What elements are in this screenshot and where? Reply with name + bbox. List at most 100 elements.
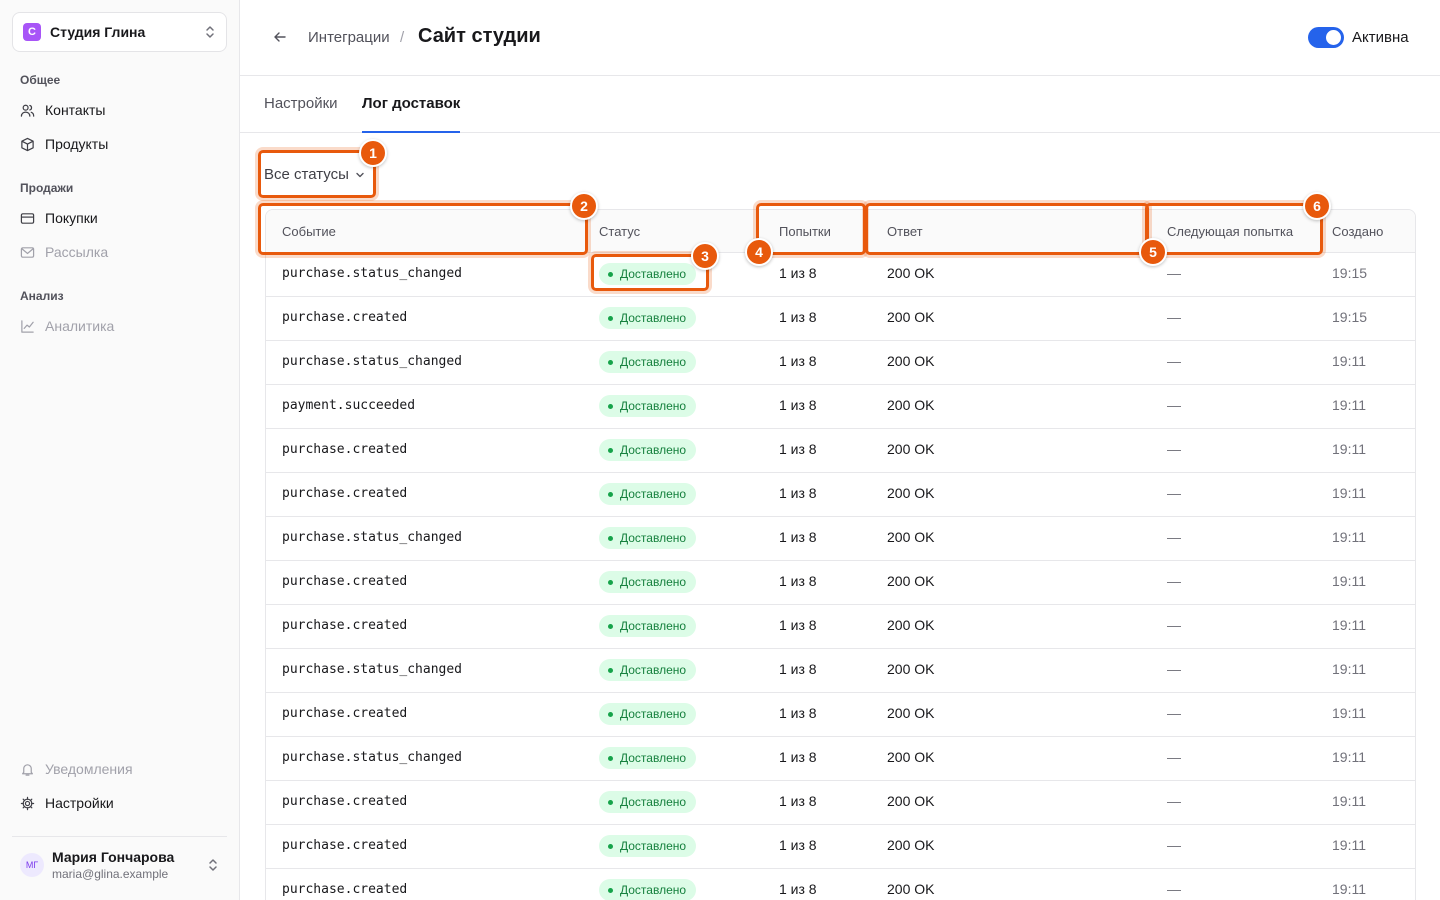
table-row[interactable]: purchase.created Доставлено 1 из 8 200 OK — 1…	[266, 692, 1415, 736]
status-dot	[608, 359, 613, 365]
sidebar-item-purchases[interactable]: Покупки	[20, 208, 98, 228]
table-row[interactable]: purchase.created Доставлено 1 из 8 200 OK — 1…	[266, 868, 1415, 900]
section-title-general: Общее	[20, 73, 61, 87]
attempts-value: 1 из 8	[779, 265, 817, 281]
table-row[interactable]: purchase.created Доставлено 1 из 8 200 OK — 1…	[266, 824, 1415, 868]
table-row[interactable]: payment.succeeded Доставлено 1 из 8 200 OK —…	[266, 384, 1415, 428]
response-value: 200 OK	[887, 793, 935, 809]
bell-icon	[22, 763, 33, 776]
annotation-marker: 6	[1303, 192, 1331, 220]
attempts-value: 1 из 8	[779, 661, 817, 677]
section-title-analysis: Анализ	[20, 289, 64, 303]
active-toggle-label: Активна	[1352, 29, 1409, 46]
status-badge-label: Доставлено	[620, 883, 687, 897]
created-value: 19:11	[1332, 837, 1366, 853]
workspace-logo: С	[23, 23, 41, 41]
active-toggle[interactable]	[1308, 27, 1344, 48]
created-value: 19:15	[1332, 265, 1368, 281]
chart-icon	[21, 319, 34, 333]
response-value: 200 OK	[887, 573, 935, 589]
tab-bar: Настройки Лог доставок	[240, 76, 1440, 133]
status-badge: Доставлено	[599, 615, 697, 637]
response-value: 200 OK	[887, 529, 935, 545]
user-menu[interactable]: МГ Мария Гончарова maria@glina.example	[12, 836, 227, 892]
attempts-value: 1 из 8	[779, 705, 817, 721]
status-dot	[608, 579, 613, 585]
card-icon	[20, 212, 35, 224]
back-arrow-icon[interactable]	[272, 29, 288, 50]
status-badge: Доставлено	[599, 351, 697, 373]
user-name: Мария Гончарова	[52, 848, 175, 865]
created-value: 19:11	[1332, 793, 1366, 809]
sidebar: С Студия Глина Общее Контакты Продукты П…	[0, 0, 240, 900]
box-icon	[21, 137, 34, 151]
status-dot	[608, 491, 613, 497]
status-badge: Доставлено	[599, 791, 697, 813]
table-row[interactable]: purchase.status_changed Доставлено 1 из 82…	[266, 340, 1415, 384]
status-badge-label: Доставлено	[620, 707, 687, 721]
table-row[interactable]: purchase.status_changed Доставлено 1 из 82…	[266, 648, 1415, 692]
next-attempt-value: —	[1167, 573, 1181, 589]
column-created: Создано	[1332, 224, 1384, 239]
event-name: purchase.created	[282, 442, 408, 457]
table-row[interactable]: purchase.created Доставлено 1 из 8 200 OK — 1…	[266, 472, 1415, 516]
breadcrumb-separator: /	[400, 29, 405, 46]
response-value: 200 OK	[887, 705, 935, 721]
tab-delivery-log[interactable]: Лог доставок	[362, 95, 461, 133]
response-value: 200 OK	[887, 485, 935, 501]
delivery-log-table: Событие Статус Попытки Ответ Следующая п…	[265, 209, 1416, 900]
table-row[interactable]: purchase.status_changed Доставлено 1 из 82…	[266, 516, 1415, 560]
table-row[interactable]: purchase.status_changed Доставлено 1 из 82…	[266, 252, 1415, 296]
table-row[interactable]: purchase.status_changed Доставлено 1 из 82…	[266, 736, 1415, 780]
status-dot	[608, 535, 613, 541]
status-badge: Доставлено	[599, 395, 697, 417]
next-attempt-value: —	[1167, 793, 1181, 809]
page-title: Сайт студии	[418, 25, 541, 47]
tab-settings[interactable]: Настройки	[264, 95, 338, 133]
table-row[interactable]: purchase.created Доставлено 1 из 8 200 OK — 1…	[266, 428, 1415, 472]
annotation-marker: 4	[745, 238, 773, 266]
event-name: purchase.status_changed	[282, 750, 463, 765]
table-row[interactable]: purchase.created Доставлено 1 из 8 200 OK — 1…	[266, 604, 1415, 648]
annotation-highlight-column-next-attempt	[1145, 203, 1323, 255]
attempts-value: 1 из 8	[779, 793, 817, 809]
status-badge: Доставлено	[599, 483, 697, 505]
status-badge: Доставлено	[599, 703, 697, 725]
breadcrumb-integrations[interactable]: Интеграции	[308, 29, 390, 46]
next-attempt-value: —	[1167, 529, 1181, 545]
created-value: 19:11	[1332, 397, 1366, 413]
table-row[interactable]: purchase.created Доставлено 1 из 8 200 OK — 1…	[266, 560, 1415, 604]
attempts-value: 1 из 8	[779, 441, 817, 457]
next-attempt-value: —	[1167, 353, 1181, 369]
status-badge: Доставлено	[599, 747, 697, 769]
workspace-switcher[interactable]: С Студия Глина	[12, 12, 227, 52]
sidebar-item-contacts[interactable]: Контакты	[20, 100, 105, 120]
response-value: 200 OK	[887, 441, 935, 457]
users-icon	[20, 104, 35, 117]
column-status: Статус	[599, 224, 641, 239]
status-dot	[608, 711, 613, 717]
next-attempt-value: —	[1167, 881, 1181, 897]
status-dot	[608, 887, 613, 893]
next-attempt-value: —	[1167, 705, 1181, 721]
status-dot	[608, 447, 613, 453]
attempts-value: 1 из 8	[779, 485, 817, 501]
sidebar-item-settings[interactable]: Настройки	[20, 793, 114, 813]
table-row[interactable]: purchase.created Доставлено 1 из 8 200 OK — 1…	[266, 296, 1415, 340]
status-dot	[608, 315, 613, 321]
response-value: 200 OK	[887, 749, 935, 765]
created-value: 19:11	[1332, 617, 1366, 633]
attempts-value: 1 из 8	[779, 881, 817, 897]
status-dot	[608, 755, 613, 761]
event-name: purchase.created	[282, 574, 408, 589]
sidebar-item-products[interactable]: Продукты	[20, 134, 108, 154]
status-dot	[608, 799, 613, 805]
status-badge-label: Доставлено	[620, 443, 687, 457]
next-attempt-value: —	[1167, 617, 1181, 633]
response-value: 200 OK	[887, 617, 935, 633]
created-value: 19:11	[1332, 573, 1366, 589]
next-attempt-value: —	[1167, 485, 1181, 501]
table-row[interactable]: purchase.created Доставлено 1 из 8 200 OK — 1…	[266, 780, 1415, 824]
avatar: МГ	[20, 852, 44, 877]
sidebar-item-label: Контакты	[45, 102, 106, 118]
